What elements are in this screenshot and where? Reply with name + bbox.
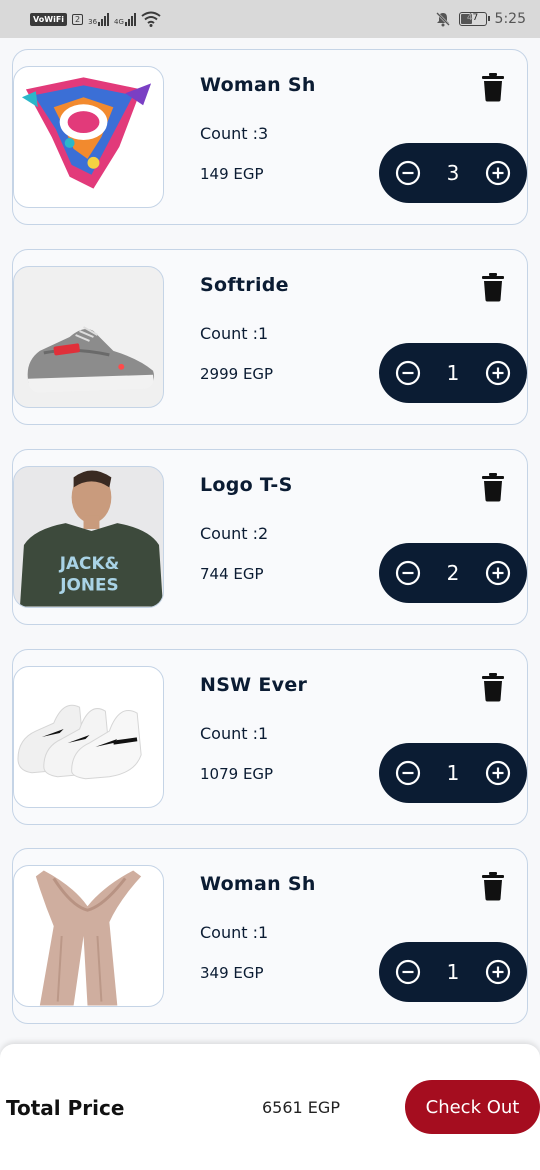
status-left: VoWiFi 2 36 4G [30,11,161,27]
tshirt-image: JACK& JONES [13,466,164,608]
status-right: 47 5:25 [435,11,526,27]
product-count: Count :1 [200,724,269,743]
quantity-stepper: 1 [379,743,527,803]
minus-circle-icon[interactable] [395,160,421,186]
quantity-value: 1 [446,960,460,984]
plus-circle-icon[interactable] [485,360,511,386]
product-price: 349 EGP [200,964,264,982]
scarf-beige-image [13,865,164,1007]
cart-item: Woman Sh Count :1 349 EGP 1 [12,848,528,1024]
signal-icon: 4G [114,12,136,26]
wifi-icon [141,11,161,27]
checkout-bar: Total Price 6561 EGP Check Out [0,1044,540,1170]
cart-item: Woman Sh Count :3 149 EGP 3 [12,49,528,225]
sneaker-image [13,266,164,408]
battery-icon: 47 [458,12,490,26]
wifi-calling-badge: VoWiFi [30,12,68,26]
plus-circle-icon[interactable] [485,160,511,186]
cart-item: JACK& JONES Logo T-S Count :2 744 EGP 2 [12,449,528,625]
minus-circle-icon[interactable] [395,959,421,985]
product-price: 149 EGP [200,165,264,183]
clock: 5:25 [494,11,526,27]
mute-icon [435,12,450,27]
quantity-stepper: 2 [379,543,527,603]
total-price-value: 6561 EGP [262,1098,340,1117]
total-price-label: Total Price [6,1096,125,1120]
sim-badge: 2 [72,13,84,25]
product-count: Count :1 [200,324,269,343]
quantity-value: 1 [446,361,460,385]
product-title: Woman Sh [200,74,316,96]
product-price: 1079 EGP [200,765,274,783]
quantity-value: 1 [446,761,460,785]
product-count: Count :1 [200,923,269,942]
trash-icon[interactable] [481,472,505,502]
minus-circle-icon[interactable] [395,360,421,386]
product-title: NSW Ever [200,674,308,696]
plus-circle-icon[interactable] [485,560,511,586]
quantity-value: 2 [446,561,460,585]
product-price: 744 EGP [200,565,264,583]
product-count: Count :3 [200,124,269,143]
quantity-stepper: 1 [379,343,527,403]
trash-icon[interactable] [481,672,505,702]
svg-text:JONES: JONES [59,575,118,595]
signal-icon: 36 [88,12,110,26]
quantity-stepper: 1 [379,942,527,1002]
plus-circle-icon[interactable] [485,959,511,985]
product-count: Count :2 [200,524,269,543]
checkout-button[interactable]: Check Out [405,1080,540,1134]
plus-circle-icon[interactable] [485,760,511,786]
quantity-value: 3 [446,161,460,185]
svg-text:JACK&: JACK& [59,553,120,573]
product-title: Logo T-S [200,474,293,496]
product-title: Woman Sh [200,873,316,895]
status-bar: VoWiFi 2 36 4G 47 5:25 [0,0,540,38]
minus-circle-icon[interactable] [395,560,421,586]
trash-icon[interactable] [481,272,505,302]
trash-icon[interactable] [481,871,505,901]
product-title: Softride [200,274,289,296]
product-price: 2999 EGP [200,365,274,383]
cart-item: Softride Count :1 2999 EGP 1 [12,249,528,425]
cart-item: NSW Ever Count :1 1079 EGP 1 [12,649,528,825]
quantity-stepper: 3 [379,143,527,203]
socks-image [13,666,164,808]
trash-icon[interactable] [481,72,505,102]
scarf-colorful-image [13,66,164,208]
minus-circle-icon[interactable] [395,760,421,786]
